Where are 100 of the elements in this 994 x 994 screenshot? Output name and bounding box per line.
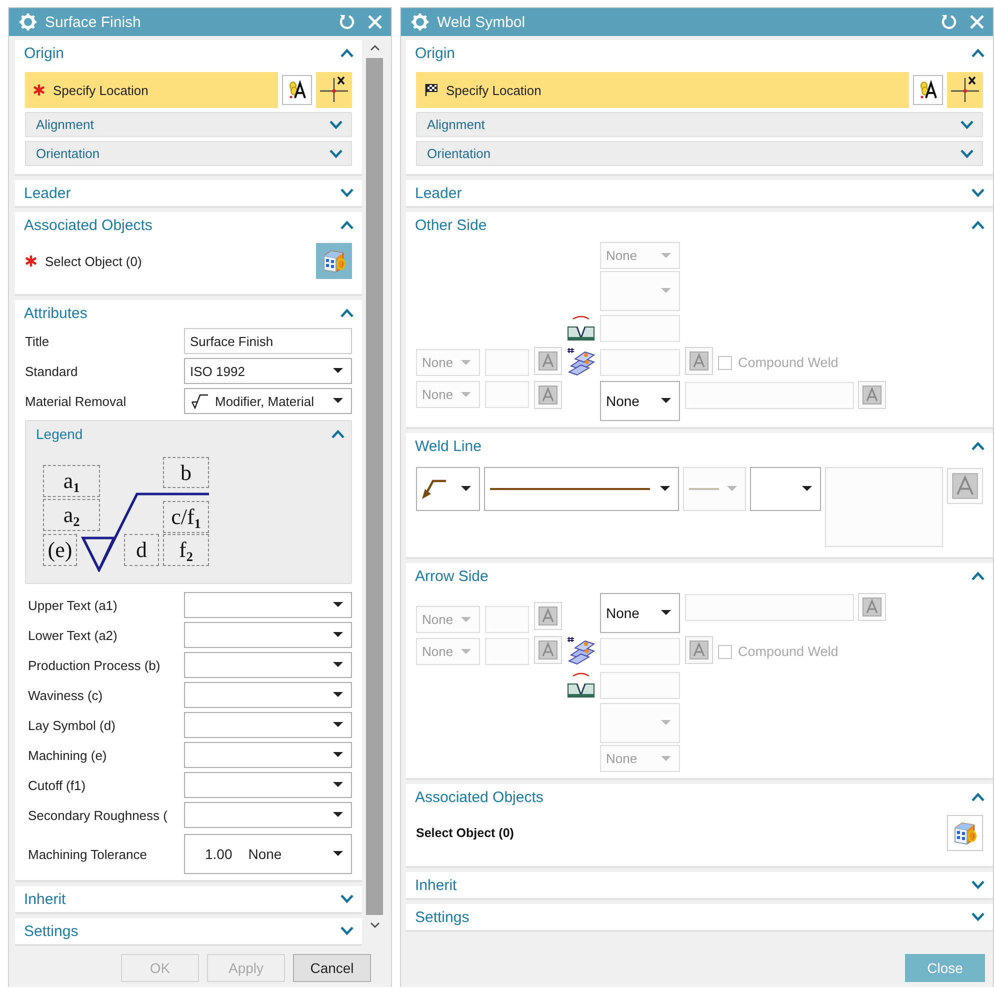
caret-icon (333, 782, 343, 788)
field-label: Secondary Roughness ( (27, 808, 168, 822)
dropdown[interactable]: None (600, 381, 680, 421)
caret-icon (333, 632, 343, 638)
point-crosshair-icon[interactable] (316, 72, 352, 108)
section-header[interactable]: Associated Objects (406, 784, 993, 810)
text-style-icon[interactable] (534, 636, 562, 664)
legend-label: a$_{2}$ (43, 499, 100, 531)
subsection-header[interactable]: Orientation (416, 141, 983, 166)
caret-icon (333, 752, 343, 758)
input-field[interactable] (685, 382, 854, 408)
subsection-header[interactable]: Alignment (416, 112, 983, 137)
select-object-button[interactable] (316, 243, 352, 279)
caret-icon (661, 610, 671, 616)
section-header[interactable]: Inherit (15, 886, 362, 912)
section-header[interactable]: Weld Line (406, 433, 993, 459)
section-header[interactable]: Leader (15, 180, 362, 206)
legend-label: f$_{2}$ (163, 534, 209, 566)
input-field[interactable] (600, 638, 680, 665)
annotation-text-icon[interactable] (913, 75, 943, 105)
section-header[interactable]: Other Side (406, 212, 993, 238)
caret-icon (333, 812, 343, 818)
select-object-label: Select Object (0) (45, 254, 142, 268)
subsection-header[interactable]: Alignment (25, 112, 352, 137)
reset-icon[interactable] (339, 14, 355, 30)
text-style-icon[interactable] (534, 381, 562, 409)
scroll-up-icon[interactable] (370, 44, 380, 52)
select-object-button[interactable] (947, 815, 983, 851)
text-style-icon[interactable] (685, 636, 713, 664)
specify-location-row[interactable]: Specify Location (416, 72, 909, 108)
text-style-icon[interactable] (534, 602, 562, 630)
scrollbar-thumb[interactable] (366, 58, 383, 915)
reset-icon[interactable] (941, 14, 957, 30)
dropdown[interactable] (184, 802, 352, 828)
text-style-icon[interactable] (858, 381, 886, 409)
input-field[interactable] (485, 638, 529, 665)
tolerance-type-dropdown[interactable]: None (248, 846, 282, 862)
caret-icon (333, 398, 343, 404)
legend-header[interactable]: Legend (26, 421, 351, 446)
field-label: Waviness (c) (27, 688, 104, 702)
dropdown[interactable] (184, 622, 352, 648)
close-icon[interactable] (367, 14, 383, 30)
section-header[interactable]: Settings (406, 904, 993, 930)
input-field[interactable] (485, 381, 529, 408)
dropdown[interactable] (750, 467, 821, 511)
dropdown[interactable] (184, 592, 352, 618)
section-header[interactable]: Inherit (406, 872, 993, 898)
legend-label: (e) (43, 534, 77, 566)
scroll-down-icon[interactable] (370, 921, 380, 929)
dropdown[interactable] (184, 652, 352, 678)
dropdown[interactable] (184, 712, 352, 738)
specify-location-row[interactable]: Specify Location (25, 72, 278, 108)
caret-icon (333, 722, 343, 728)
text-style-icon[interactable] (946, 467, 983, 505)
caret-icon (333, 662, 343, 668)
field-label: Cutoff (f1) (27, 778, 87, 792)
input-field[interactable] (485, 606, 529, 633)
section-header[interactable]: Origin (15, 40, 362, 66)
dropdown[interactable]: None (600, 593, 680, 633)
line-width-dropdown[interactable] (683, 467, 746, 511)
dialog-button[interactable]: Cancel (293, 954, 371, 982)
arrow-type-dropdown[interactable] (416, 467, 480, 511)
checkbox-label: Compound Weld (738, 644, 838, 659)
settings-icon (19, 13, 37, 31)
legend-label: b (163, 457, 209, 488)
section-header[interactable]: Attributes (15, 300, 362, 326)
window-title: Weld Symbol (437, 14, 526, 30)
dropdown[interactable] (184, 772, 352, 798)
title-input[interactable]: Surface Finish (184, 328, 352, 354)
text-style-icon[interactable] (858, 593, 886, 621)
line-style-dropdown[interactable] (484, 467, 679, 511)
caret-icon (661, 720, 671, 726)
annotation-text-icon[interactable] (282, 75, 312, 105)
text-style-icon[interactable] (685, 347, 713, 375)
input-field[interactable] (685, 594, 854, 620)
dropdown[interactable]: Modifier, Material (184, 388, 352, 414)
cube-select-icon (952, 820, 978, 846)
close-icon[interactable] (969, 14, 985, 30)
point-crosshair-icon[interactable] (947, 72, 983, 108)
caret-icon (461, 616, 471, 622)
input-field[interactable] (600, 672, 680, 699)
checkbox-label: Compound Weld (738, 355, 838, 370)
field-label: Lay Symbol (d) (27, 718, 116, 732)
input-field[interactable] (600, 315, 680, 342)
dropdown[interactable] (184, 682, 352, 708)
section-header[interactable]: Leader (406, 180, 993, 206)
material-removal-icon (190, 393, 210, 409)
field-label: Standard (25, 364, 78, 378)
text-style-icon[interactable] (534, 347, 562, 375)
section-header[interactable]: Associated Objects (15, 212, 362, 238)
dropdown[interactable]: ISO 1992 (184, 358, 352, 384)
tolerance-value[interactable]: 1.00 (205, 846, 232, 862)
section-header[interactable]: Arrow Side (406, 563, 993, 589)
dropdown[interactable] (184, 742, 352, 768)
input-field[interactable] (485, 349, 529, 376)
subsection-header[interactable]: Orientation (25, 141, 352, 166)
section-header[interactable]: Origin (406, 40, 993, 66)
section-header[interactable]: Settings (15, 918, 362, 944)
legend-label: d (124, 534, 159, 566)
input-field[interactable] (600, 349, 680, 376)
